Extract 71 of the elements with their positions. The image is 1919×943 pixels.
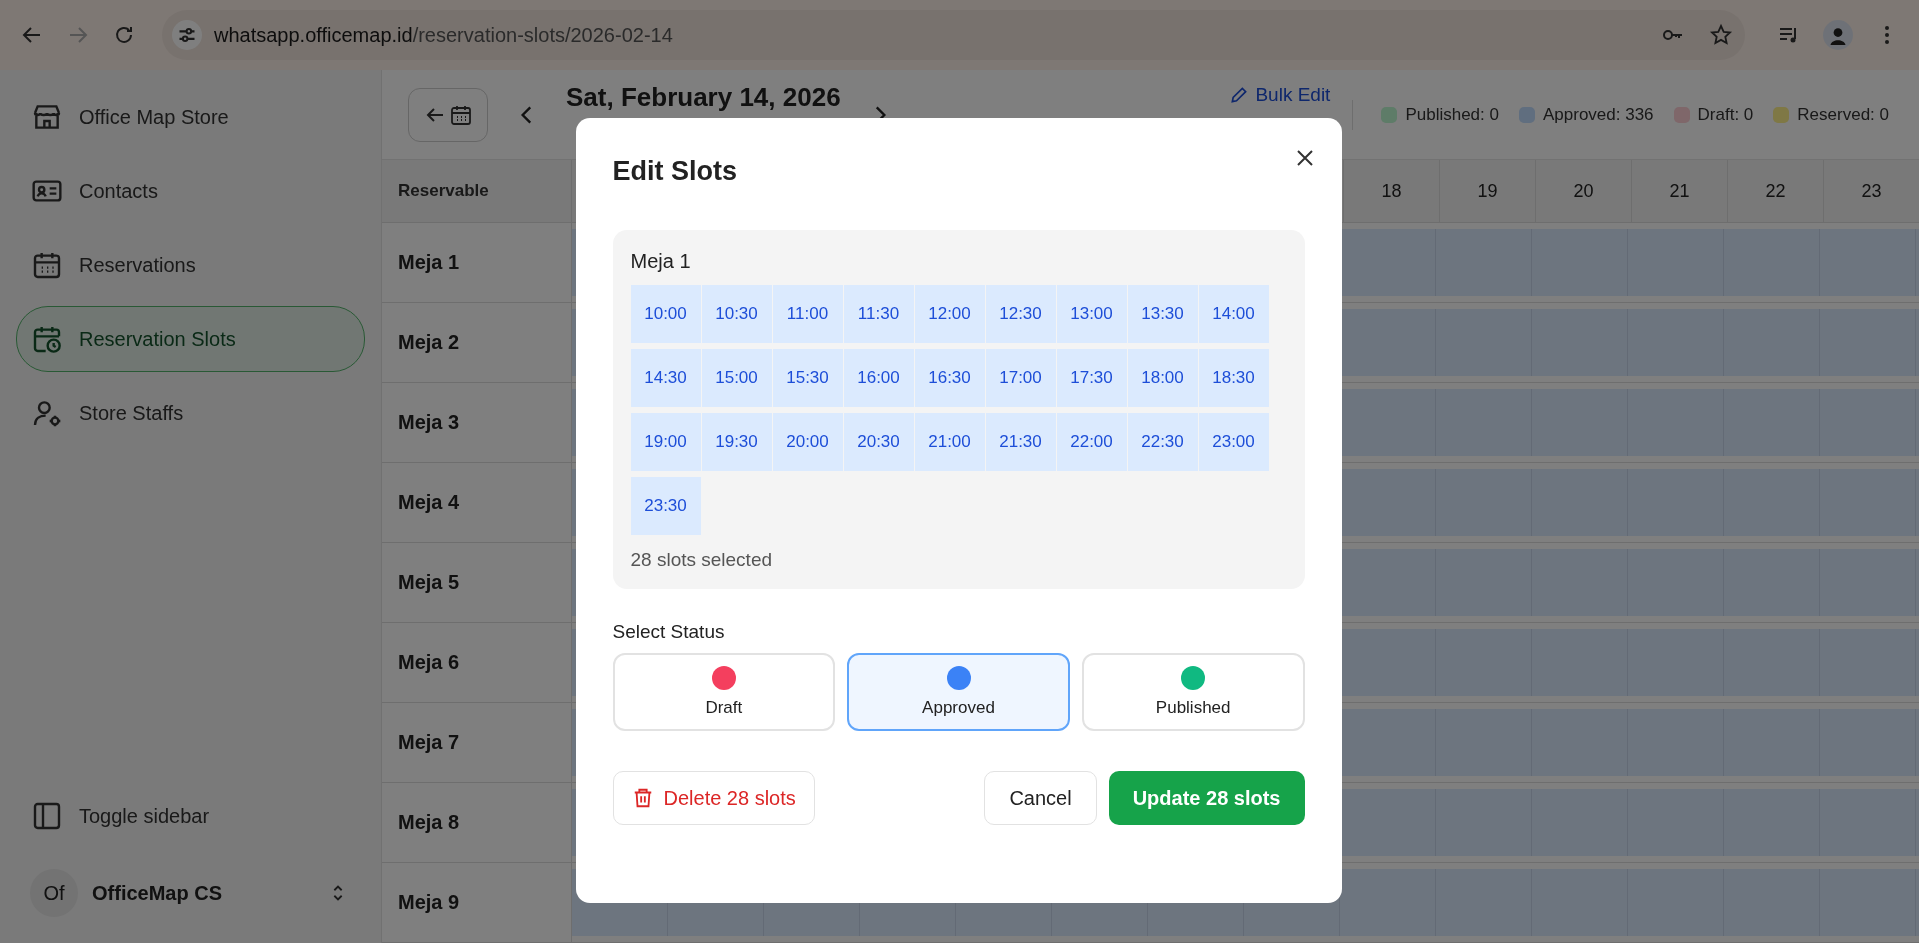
star-icon[interactable] — [1709, 23, 1733, 47]
legend-label: Approved: 336 — [1543, 104, 1654, 125]
address-bar[interactable]: whatsapp.officemap.id/reservation-slots/2026-02-14 — [162, 10, 1745, 60]
time-slot[interactable]: 19:30 — [701, 413, 772, 471]
cancel-button[interactable]: Cancel — [984, 771, 1097, 825]
time-slot[interactable]: 16:00 — [843, 349, 914, 407]
section-label: Select Status — [612, 621, 726, 643]
hour-header: 23 — [1823, 160, 1919, 222]
hour-header: 18 — [1343, 160, 1439, 222]
status-option[interactable]: Approved — [847, 653, 1070, 731]
url-text: whatsapp.officemap.id/reservation-slots/2026-02-14 — [214, 23, 673, 47]
time-slot[interactable]: 12:00 — [914, 285, 985, 343]
site-settings-icon[interactable] — [172, 20, 202, 50]
time-slot[interactable]: 15:00 — [701, 349, 772, 407]
hour-header: 19 — [1439, 160, 1535, 222]
time-slot[interactable]: 11:30 — [843, 285, 914, 343]
time-slot[interactable]: 17:30 — [1056, 349, 1127, 407]
time-slot[interactable]: 17:00 — [985, 349, 1056, 407]
time-slot[interactable]: 12:30 — [985, 285, 1056, 343]
pencil-icon — [1229, 85, 1250, 105]
time-slot[interactable]: 22:30 — [1127, 413, 1198, 471]
user-avatar: Of — [30, 869, 78, 917]
hour-header: 20 — [1535, 160, 1631, 222]
bulk-edit-link[interactable]: Bulk Edit — [1229, 84, 1331, 106]
toggle-sidebar-button[interactable]: Toggle sidebar — [16, 783, 365, 849]
status-label: Published — [1155, 698, 1231, 718]
legend-label: Reserved: 0 — [1797, 104, 1889, 125]
sidebar-icon — [31, 800, 63, 832]
hour-header: 21 — [1631, 160, 1727, 222]
time-slot[interactable]: 20:30 — [843, 413, 914, 471]
selection-count: 28 slots selected — [630, 549, 774, 571]
time-slot[interactable]: 13:30 — [1127, 285, 1198, 343]
time-slot[interactable]: 15:30 — [772, 349, 843, 407]
time-slot[interactable]: 11:00 — [772, 285, 843, 343]
dialog-title: Edit Slots — [612, 156, 737, 187]
account-switcher[interactable]: Of OfficeMap CS — [16, 857, 365, 929]
date-title: Sat, February 14, 2026 — [566, 82, 841, 113]
time-slot[interactable]: 20:00 — [772, 413, 843, 471]
sidebar-item[interactable]: Reservations — [16, 232, 365, 298]
legend-label: Published: 0 — [1405, 104, 1499, 125]
status-option[interactable]: Draft — [612, 653, 836, 731]
sidebar-item[interactable]: Reservation Slots — [16, 306, 365, 372]
time-slot[interactable]: 22:00 — [1056, 413, 1127, 471]
status-label: Approved — [922, 698, 995, 718]
time-slot[interactable]: 16:30 — [914, 349, 985, 407]
sidebar-item[interactable]: Contacts — [16, 158, 365, 224]
status-label: Draft — [705, 698, 743, 718]
time-slot[interactable]: 14:00 — [1198, 285, 1269, 343]
back-to-calendar-button[interactable] — [408, 87, 488, 142]
column-header: Reservable — [382, 160, 572, 222]
time-slot[interactable]: 14:30 — [630, 349, 701, 407]
user-name: OfficeMap CS — [92, 881, 223, 905]
time-slot[interactable]: 23:30 — [630, 477, 701, 535]
time-slot[interactable]: 18:00 — [1127, 349, 1198, 407]
hour-header: 22 — [1727, 160, 1823, 222]
table-name: Meja 1 — [630, 250, 692, 273]
sidebar-item[interactable]: Office Map Store — [16, 84, 365, 150]
time-slot[interactable]: 23:00 — [1198, 413, 1269, 471]
time-slot[interactable]: 19:00 — [630, 413, 701, 471]
delete-button[interactable]: Delete 28 slots — [612, 771, 815, 825]
update-button[interactable]: Update 28 slots — [1108, 771, 1305, 825]
legend-label: Draft: 0 — [1697, 104, 1754, 125]
status-option[interactable]: Published — [1081, 653, 1305, 731]
time-slot[interactable]: 18:30 — [1198, 349, 1269, 407]
sidebar-item[interactable]: Store Staffs — [16, 380, 365, 446]
time-slot[interactable]: 10:00 — [630, 285, 701, 343]
time-slot[interactable]: 10:30 — [701, 285, 772, 343]
avatar-icon[interactable] — [1823, 20, 1853, 50]
time-slot[interactable]: 21:30 — [985, 413, 1056, 471]
time-slot[interactable]: 21:00 — [914, 413, 985, 471]
time-slot[interactable]: 13:00 — [1056, 285, 1127, 343]
